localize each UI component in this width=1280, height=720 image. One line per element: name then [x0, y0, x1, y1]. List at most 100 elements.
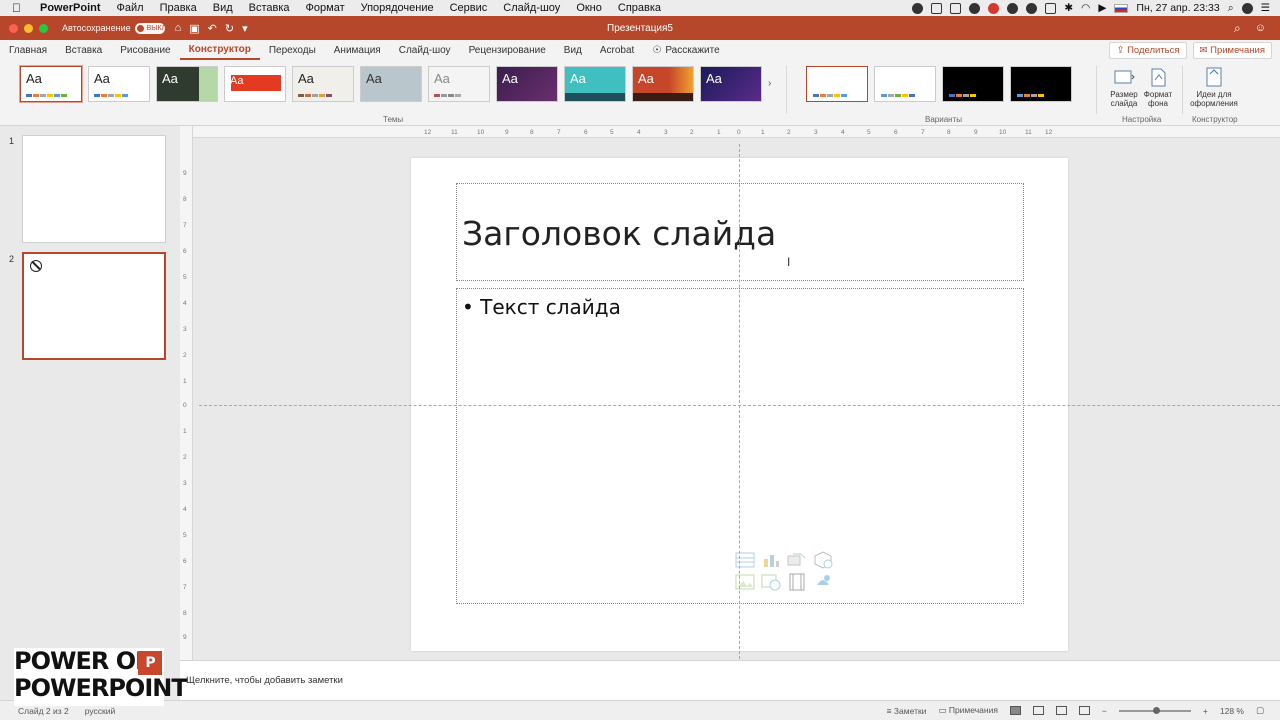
- slideshow-view-icon[interactable]: [1078, 706, 1090, 715]
- zoom-out-icon[interactable]: −: [1102, 706, 1107, 716]
- theme-dividend[interactable]: Aa: [428, 66, 490, 102]
- tab-acrobat[interactable]: Acrobat: [591, 40, 643, 60]
- insert-online-picture-icon[interactable]: [761, 573, 781, 591]
- tell-me[interactable]: ☉ Расскажите: [643, 40, 728, 60]
- wifi-icon[interactable]: ◠: [1081, 2, 1090, 14]
- insert-picture-icon[interactable]: [735, 573, 755, 591]
- volume-icon[interactable]: ▶: [1098, 2, 1106, 14]
- undo-icon[interactable]: ↶: [208, 22, 217, 35]
- notes-placeholder[interactable]: Щелкните, чтобы добавить заметки: [186, 675, 343, 686]
- theme-ion[interactable]: Aa: [224, 66, 286, 102]
- tab-transitions[interactable]: Переходы: [260, 40, 325, 60]
- record-icon[interactable]: [912, 2, 924, 14]
- theme-savon[interactable]: Aa: [632, 66, 694, 102]
- zoom-in-icon[interactable]: +: [1203, 706, 1208, 716]
- dropbox-icon[interactable]: [950, 2, 962, 14]
- menu-tools[interactable]: Сервис: [442, 2, 496, 14]
- notes-pane[interactable]: Щелкните, чтобы добавить заметки: [180, 660, 1280, 700]
- tab-draw[interactable]: Рисование: [111, 40, 179, 60]
- spotlight-icon[interactable]: ⌕: [1228, 2, 1234, 15]
- tab-slideshow[interactable]: Слайд-шоу: [390, 40, 460, 60]
- vertical-guide[interactable]: [739, 144, 740, 664]
- home-icon[interactable]: ⌂: [175, 22, 182, 35]
- menu-insert[interactable]: Вставка: [241, 2, 298, 14]
- theme-facet[interactable]: Aa: [156, 66, 218, 102]
- insert-table-icon[interactable]: [735, 551, 755, 569]
- theme-circuit[interactable]: Aa: [564, 66, 626, 102]
- display-icon[interactable]: [1045, 2, 1057, 14]
- design-ideas-button[interactable]: Идеи для оформления: [1190, 66, 1238, 108]
- menu-app[interactable]: PowerPoint: [32, 2, 109, 14]
- tab-design[interactable]: Конструктор: [179, 40, 260, 60]
- zoom-window-icon[interactable]: [39, 23, 48, 33]
- close-window-icon[interactable]: [9, 23, 18, 33]
- bluetooth-icon[interactable]: ✱: [1064, 2, 1073, 14]
- comments-button[interactable]: ✉ Примечания: [1192, 41, 1272, 59]
- menu-slideshow[interactable]: Слайд-шоу: [495, 2, 568, 14]
- format-background-button[interactable]: Формат фона: [1138, 66, 1178, 108]
- apple-icon[interactable]: : [12, 1, 32, 15]
- insert-smartart-icon[interactable]: [787, 551, 807, 569]
- notes-toggle[interactable]: ≡ Заметки: [887, 706, 927, 716]
- insert-3d-model-icon[interactable]: [813, 551, 833, 569]
- minimize-window-icon[interactable]: [24, 23, 33, 33]
- horizontal-guide[interactable]: [199, 405, 1280, 406]
- menu-arrange[interactable]: Упорядочение: [353, 2, 442, 14]
- autosave-toggle[interactable]: ВЫКЛ.: [134, 22, 168, 34]
- control-center-icon[interactable]: ☰: [1261, 2, 1270, 14]
- insert-chart-icon[interactable]: [761, 551, 781, 569]
- theme-slate[interactable]: Aa: [360, 66, 422, 102]
- tab-view[interactable]: Вид: [555, 40, 591, 60]
- theme-berlin[interactable]: Aa: [496, 66, 558, 102]
- menu-view[interactable]: Вид: [205, 2, 241, 14]
- variant-1[interactable]: [806, 66, 868, 102]
- antivirus-icon[interactable]: [988, 2, 1000, 14]
- keyboard-layout-flag-icon[interactable]: [1114, 3, 1129, 13]
- search-icon[interactable]: ⌕: [1234, 21, 1241, 36]
- comments-toggle[interactable]: ▭ Примечания: [938, 705, 997, 716]
- menu-format[interactable]: Формат: [298, 2, 353, 14]
- fit-slide-icon[interactable]: ▢: [1256, 705, 1264, 716]
- insert-icons-icon[interactable]: [813, 573, 833, 591]
- redo-icon[interactable]: ↻: [225, 22, 234, 35]
- content-placeholder[interactable]: • Текст слайда: [456, 288, 1024, 604]
- account-icon[interactable]: ☺: [1255, 22, 1266, 34]
- tab-review[interactable]: Рецензирование: [460, 40, 555, 60]
- siri-icon[interactable]: [1241, 2, 1253, 14]
- slide-title[interactable]: Заголовок слайда: [462, 214, 776, 253]
- theme-retrospect[interactable]: Aa: [292, 66, 354, 102]
- language-indicator[interactable]: русский: [85, 706, 116, 716]
- menu-window[interactable]: Окно: [568, 2, 610, 14]
- tab-insert[interactable]: Вставка: [56, 40, 111, 60]
- slide-1-thumbnail[interactable]: [22, 135, 166, 243]
- slide-2-thumbnail[interactable]: [22, 252, 166, 360]
- menu-edit[interactable]: Правка: [152, 2, 205, 14]
- tab-home[interactable]: Главная: [0, 40, 56, 60]
- variant-3[interactable]: [942, 66, 1004, 102]
- variant-4[interactable]: [1010, 66, 1072, 102]
- customize-toolbar-icon[interactable]: ▾: [242, 22, 248, 35]
- notes-icon[interactable]: [931, 2, 943, 14]
- theme-office-2[interactable]: Aa: [88, 66, 150, 102]
- zoom-slider[interactable]: [1118, 706, 1191, 714]
- tab-animations[interactable]: Анимация: [325, 40, 390, 60]
- menu-help[interactable]: Справка: [610, 2, 669, 14]
- normal-view-icon[interactable]: [1009, 706, 1021, 715]
- slide-body-text[interactable]: • Текст слайда: [462, 295, 621, 319]
- reading-view-icon[interactable]: [1055, 706, 1067, 715]
- share-button[interactable]: ⇪ Поделиться: [1109, 41, 1187, 59]
- title-placeholder[interactable]: Заголовок слайда: [456, 183, 1024, 281]
- upload-icon[interactable]: [1026, 2, 1038, 14]
- slide-sorter-icon[interactable]: [1032, 706, 1044, 715]
- menu-file[interactable]: Файл: [109, 2, 152, 14]
- insert-video-icon[interactable]: [787, 573, 807, 591]
- cloud-icon[interactable]: [1007, 2, 1019, 14]
- variant-2[interactable]: [874, 66, 936, 102]
- theme-office[interactable]: Aa: [20, 66, 82, 102]
- themes-more-chevron-icon[interactable]: ›: [768, 78, 771, 89]
- zoom-level[interactable]: 128 %: [1220, 706, 1244, 716]
- theme-gallery[interactable]: Aa: [700, 66, 762, 102]
- save-icon[interactable]: ▣: [189, 22, 199, 35]
- clock[interactable]: Пн, 27 апр. 23:33: [1136, 2, 1219, 14]
- mail-icon[interactable]: [969, 2, 981, 14]
